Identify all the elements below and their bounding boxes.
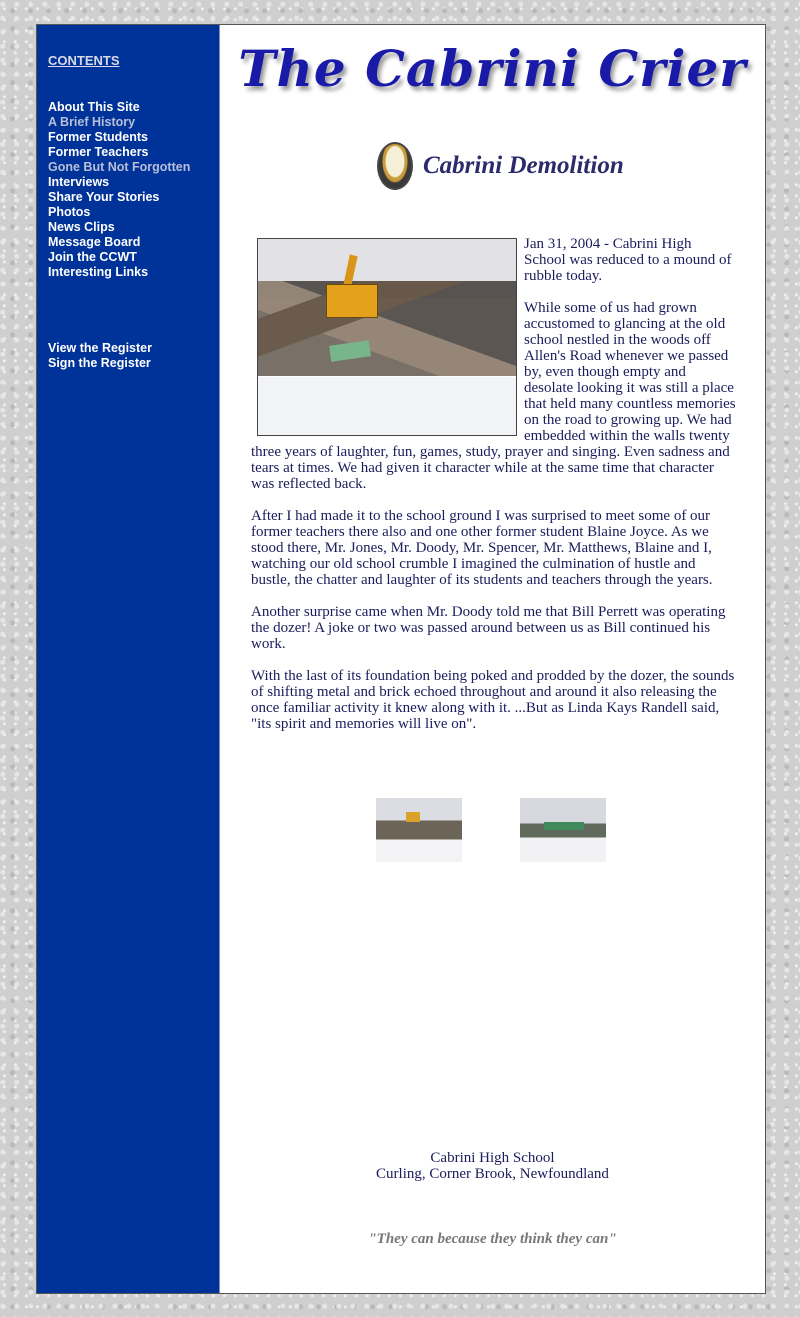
school-crest-icon xyxy=(377,142,413,190)
sidebar-nav: About This Site A Brief History Former S… xyxy=(48,100,190,280)
photo-thumbnails xyxy=(376,798,616,864)
sidebar-item-gone-not-forgotten[interactable]: Gone But Not Forgotten xyxy=(48,160,190,175)
article-paragraph: With the last of its foundation being po… xyxy=(251,668,735,732)
article-paragraph: Another surprise came when Mr. Doody tol… xyxy=(251,604,726,652)
sidebar: CONTENTS About This Site A Brief History… xyxy=(37,25,220,1293)
sidebar-item-interesting-links[interactable]: Interesting Links xyxy=(48,265,190,280)
sidebar-item-share-stories[interactable]: Share Your Stories xyxy=(48,190,190,205)
sidebar-item-interviews[interactable]: Interviews xyxy=(48,175,190,190)
article-paragraph: After I had made it to the school ground… xyxy=(251,508,713,588)
sidebar-item-photos[interactable]: Photos xyxy=(48,205,190,220)
school-motto: "They can because they think they can" xyxy=(368,1231,617,1247)
page-title: Cabrini Demolition xyxy=(423,152,624,179)
thumbnail-photo-2[interactable] xyxy=(520,798,606,862)
page-heading: Cabrini Demolition xyxy=(377,142,624,190)
article: Jan 31, 2004 - Cabrini High School was r… xyxy=(251,236,736,748)
view-register-link[interactable]: View the Register xyxy=(48,341,152,356)
thumb-detail xyxy=(544,822,584,830)
sidebar-item-news-clips[interactable]: News Clips xyxy=(48,220,190,235)
footer-location: Curling, Corner Brook, Newfoundland xyxy=(376,1166,609,1182)
sidebar-item-history[interactable]: A Brief History xyxy=(48,115,190,130)
site-banner: The Cabrini Crier xyxy=(238,39,747,98)
sidebar-item-join-ccwt[interactable]: Join the CCWT xyxy=(48,250,190,265)
snow-ground xyxy=(258,377,516,435)
page-frame: CONTENTS About This Site A Brief History… xyxy=(36,24,766,1294)
sidebar-item-former-students[interactable]: Former Students xyxy=(48,130,190,145)
main-content: The Cabrini Crier Cabrini Demolition Jan… xyxy=(220,25,765,1293)
thumbnail-photo-1[interactable] xyxy=(376,798,462,862)
sidebar-item-about[interactable]: About This Site xyxy=(48,100,190,115)
footer-address: Cabrini High School Curling, Corner Broo… xyxy=(220,1150,765,1182)
sidebar-item-former-teachers[interactable]: Former Teachers xyxy=(48,145,190,160)
sign-register-link[interactable]: Sign the Register xyxy=(48,356,152,371)
sidebar-item-message-board[interactable]: Message Board xyxy=(48,235,190,250)
thumb-detail xyxy=(406,812,420,822)
register-links: View the Register Sign the Register xyxy=(48,341,152,371)
demolition-photo xyxy=(257,238,517,436)
excavator-body xyxy=(326,284,378,318)
footer-school-name: Cabrini High School xyxy=(430,1150,555,1166)
rubble-shape xyxy=(258,281,516,376)
contents-link[interactable]: CONTENTS xyxy=(48,53,120,68)
